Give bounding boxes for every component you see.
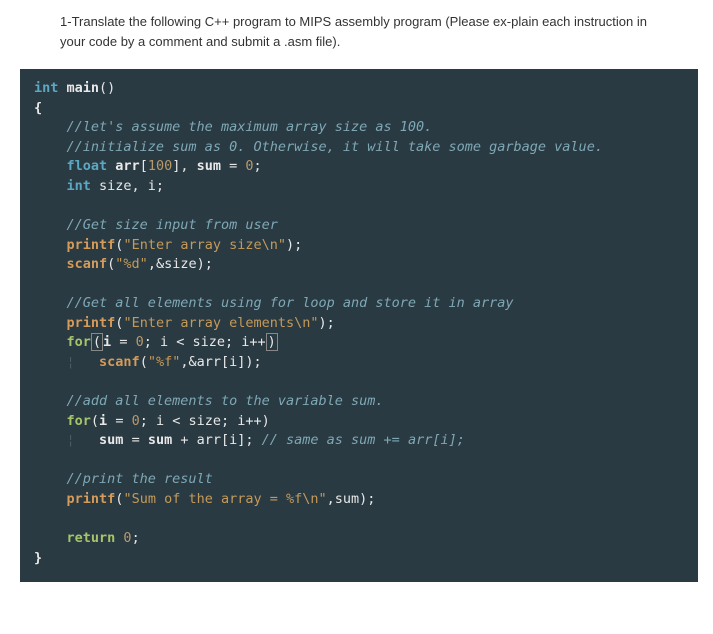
indent-guide: ¦ [67,432,75,448]
comment: // same as sum += arr[i]; [254,432,465,448]
cond: i < size; i++) [156,413,270,429]
keyword-for: for [67,413,91,429]
eq: = [111,334,135,350]
var-sum: sum [197,158,221,174]
keyword-int: int [34,80,58,96]
num-zero: 0 [132,413,140,429]
paren: ); [319,315,335,331]
semi: ; [140,413,156,429]
eq: = [107,413,131,429]
paren: ( [91,413,99,429]
function-main: main [67,80,100,96]
cursor-paren: ) [266,333,278,351]
rest: ,&size); [148,256,213,272]
var-i: i [99,413,107,429]
comment: //print the result [67,471,213,487]
var-i: i [103,334,111,350]
fn-printf: printf [67,491,116,507]
cursor-paren: ( [91,333,103,351]
indent-guide: ¦ [67,354,75,370]
vars: size, i; [91,178,164,194]
num-zero: 0 [136,334,144,350]
fn-scanf: scanf [99,354,140,370]
arr-i: arr[i]; [197,432,254,448]
paren: ( [140,354,148,370]
string: "Sum of the array = %f\n" [123,491,326,507]
semi: ; [144,334,160,350]
parens: () [99,80,115,96]
close-brace: } [34,550,42,566]
fn-scanf: scanf [67,256,108,272]
rest: ,&arr[i]); [180,354,261,370]
fn-printf: printf [67,237,116,253]
keyword-float: float [67,158,108,174]
var-arr: arr [115,158,139,174]
num-zero: 0 [115,530,131,546]
var-sum: sum [148,432,172,448]
comment: //add all elements to the variable sum. [67,393,384,409]
keyword-for: for [67,334,91,350]
paren: ); [286,237,302,253]
var-sum: sum [99,432,123,448]
string: "Enter array elements\n" [123,315,318,331]
semi: ; [132,530,140,546]
num-zero: 0 [245,158,253,174]
eq: = [123,432,147,448]
cond: i < size; i++ [160,334,266,350]
string: "%d" [115,256,148,272]
fn-printf: printf [67,315,116,331]
keyword-return: return [67,530,116,546]
comment: //initialize sum as 0. Otherwise, it wil… [67,139,603,155]
plus: + [172,432,196,448]
bracket: [ [140,158,148,174]
code-block: int main() { //let's assume the maximum … [20,69,698,582]
question-body: Translate the following C++ program to M… [60,14,647,49]
num-100: 100 [148,158,172,174]
rest: ,sum); [327,491,376,507]
comma: , [180,158,196,174]
string: "Enter array size\n" [123,237,286,253]
keyword-int: int [67,178,91,194]
semi: ; [254,158,262,174]
comment: //Get all elements using for loop and st… [67,295,514,311]
open-brace: { [34,100,42,116]
string: "%f" [148,354,181,370]
comment: //Get size input from user [67,217,278,233]
question-number: 1- [60,14,72,29]
comment: //let's assume the maximum array size as… [67,119,433,135]
question-text: 1-Translate the following C++ program to… [60,12,668,51]
eq: = [221,158,245,174]
